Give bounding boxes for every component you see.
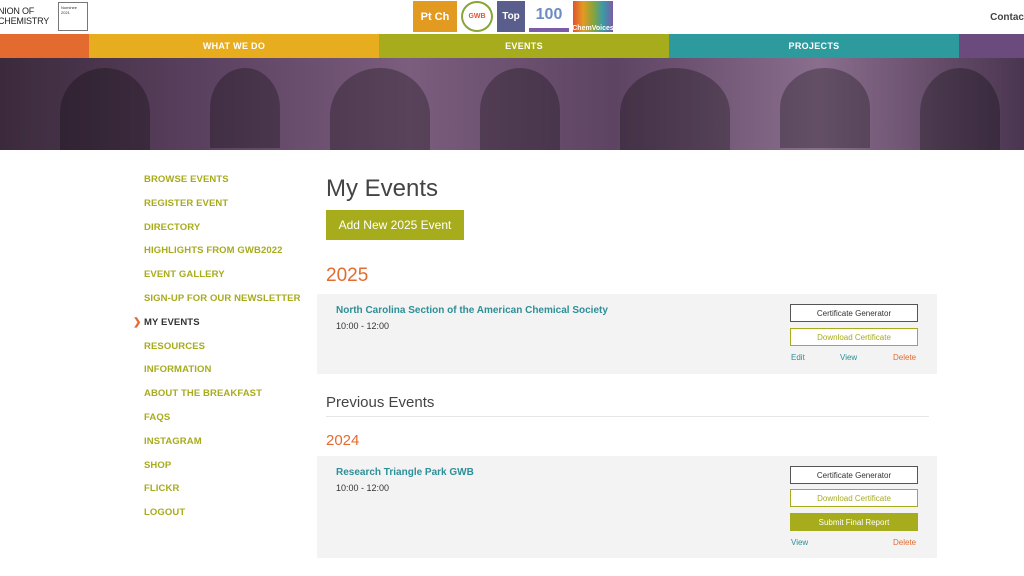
brand-line-1: NION OF: [0, 6, 35, 16]
download-certificate-button[interactable]: Download Certificate: [790, 328, 918, 346]
gwb-logo[interactable]: GWB: [461, 1, 493, 32]
sidebar-menu: BROWSE EVENTS REGISTER EVENT DIRECTORY H…: [133, 174, 314, 531]
sidebar-item-shop[interactable]: SHOP: [144, 460, 314, 484]
page-title: My Events: [326, 175, 439, 202]
sidebar-item-event-gallery[interactable]: EVENT GALLERY: [144, 269, 314, 293]
add-event-button[interactable]: Add New 2025 Event: [326, 210, 464, 240]
iupac-100-logo[interactable]: 100: [529, 1, 569, 32]
main-nav: WHAT WE DO EVENTS PROJECTS: [0, 34, 1024, 58]
chemvoices-logo[interactable]: ChemVoices: [572, 1, 614, 32]
view-link[interactable]: View: [840, 353, 857, 362]
sidebar-item-faqs[interactable]: FAQS: [144, 412, 314, 436]
previous-events-heading: Previous Events: [326, 394, 435, 411]
chevron-right-icon: ❯: [133, 316, 142, 328]
sidebar-item-resources[interactable]: RESOURCES: [144, 341, 314, 365]
edit-link[interactable]: Edit: [791, 353, 805, 362]
sidebar-item-instagram[interactable]: INSTAGRAM: [144, 436, 314, 460]
nav-item-events[interactable]: EVENTS: [379, 34, 669, 58]
event-title-link[interactable]: North Carolina Section of the American C…: [336, 305, 608, 316]
sidebar-item-register-event[interactable]: REGISTER EVENT: [144, 198, 314, 222]
hero-figure: [780, 68, 870, 148]
event-time: 10:00 - 12:00: [336, 321, 390, 331]
top-header: NION OF CHEMISTRY Nominee 2021 Pt Ch GWB…: [0, 0, 1024, 34]
sidebar-item-information[interactable]: INFORMATION: [144, 364, 314, 388]
hero-figure: [60, 68, 150, 150]
section-divider: [326, 416, 929, 417]
nominee-badge: Nominee 2021: [58, 2, 88, 31]
nav-item-left-edge[interactable]: [0, 34, 89, 58]
certificate-generator-button[interactable]: Certificate Generator: [790, 304, 918, 322]
hero-figure: [620, 68, 730, 150]
certificate-generator-button[interactable]: Certificate Generator: [790, 466, 918, 484]
event-card: North Carolina Section of the American C…: [317, 294, 937, 374]
current-year-heading: 2025: [326, 265, 369, 286]
sidebar-item-my-events[interactable]: ❯ MY EVENTS: [133, 316, 314, 341]
ptch-logo[interactable]: Pt Ch: [413, 1, 457, 32]
sidebar-item-highlights[interactable]: HIGHLIGHTS FROM GWB2022: [144, 245, 314, 269]
submit-final-report-button[interactable]: Submit Final Report: [790, 513, 918, 531]
top-ten-logo[interactable]: Top: [497, 1, 525, 32]
sidebar-item-flickr[interactable]: FLICKR: [144, 483, 314, 507]
delete-link[interactable]: Delete: [893, 353, 916, 362]
download-certificate-button[interactable]: Download Certificate: [790, 489, 918, 507]
previous-year-heading: 2024: [326, 432, 360, 449]
sidebar-item-about-breakfast[interactable]: ABOUT THE BREAKFAST: [144, 388, 314, 412]
hero-banner: [0, 58, 1024, 150]
event-time: 10:00 - 12:00: [336, 483, 390, 493]
partner-logos: Pt Ch GWB Top 100 ChemVoices: [413, 1, 614, 33]
hero-figure: [210, 68, 280, 148]
nav-item-what-we-do[interactable]: WHAT WE DO: [89, 34, 379, 58]
event-card: Research Triangle Park GWB 10:00 - 12:00…: [317, 456, 937, 558]
contact-link[interactable]: Contac: [990, 12, 1024, 23]
nav-item-right-edge[interactable]: [959, 34, 1024, 58]
brand-logo[interactable]: NION OF CHEMISTRY: [0, 6, 49, 26]
hero-figure: [920, 68, 1000, 150]
event-title-link[interactable]: Research Triangle Park GWB: [336, 467, 474, 478]
sidebar-item-label: MY EVENTS: [144, 316, 200, 328]
nav-item-projects[interactable]: PROJECTS: [669, 34, 959, 58]
hero-figure: [330, 68, 430, 150]
sidebar-item-browse-events[interactable]: BROWSE EVENTS: [144, 174, 314, 198]
sidebar-item-newsletter[interactable]: SIGN-UP FOR OUR NEWSLETTER: [144, 293, 314, 317]
delete-link[interactable]: Delete: [893, 538, 916, 547]
brand-line-2: CHEMISTRY: [0, 16, 50, 26]
hero-figure: [480, 68, 560, 150]
sidebar-item-logout[interactable]: LOGOUT: [144, 507, 314, 531]
view-link[interactable]: View: [791, 538, 808, 547]
sidebar-item-directory[interactable]: DIRECTORY: [144, 222, 314, 246]
